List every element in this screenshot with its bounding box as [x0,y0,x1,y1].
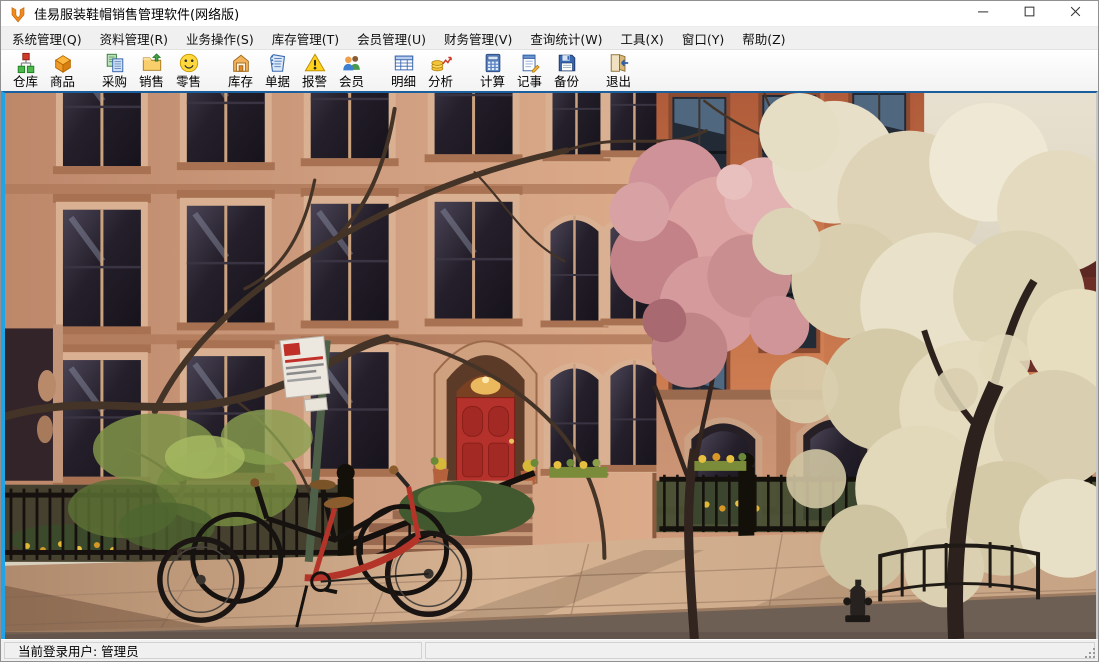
analysis-icon [430,52,452,74]
maximize-icon [1020,2,1039,25]
status-panel-secondary [425,642,1095,659]
menu-item-business-operation[interactable]: 业务操作(S) [177,26,263,51]
menu-item-data-management[interactable]: 资料管理(R) [91,26,177,51]
status-panel-user: 当前登录用户: 管理员 [4,642,422,659]
toolbar-button-exit[interactable]: 退出 [600,51,637,89]
menu-bar: 系统管理(Q)资料管理(R)业务操作(S)库存管理(T)会员管理(U)财务管理(… [1,27,1098,50]
toolbar-button-label: 报警 [302,74,327,89]
toolbar-group: 明细分析 [385,51,459,89]
toolbar-button-label: 仓库 [13,74,38,89]
title-bar: 佳易服装鞋帽销售管理软件(网络版) [1,1,1098,27]
toolbar-group: 退出 [600,51,637,89]
toolbar-group: 采购销售零售 [96,51,207,89]
sales-icon [141,52,163,74]
maximize-button[interactable] [1006,1,1052,26]
street-photo [5,93,1096,639]
menu-item-help[interactable]: 帮助(Z) [733,26,794,51]
notepad-icon [519,52,541,74]
toolbar-button-retail[interactable]: 零售 [170,51,207,89]
menu-item-system-management[interactable]: 系统管理(Q) [3,26,91,51]
minimize-button[interactable] [960,1,1006,26]
menu-item-query-statistics[interactable]: 查询统计(W) [521,26,611,51]
toolbar-button-warehouse[interactable]: 仓库 [7,51,44,89]
toolbar-button-backup[interactable]: 备份 [548,51,585,89]
menu-item-inventory-management[interactable]: 库存管理(T) [263,26,348,51]
main-area [1,91,1098,639]
toolbar-button-label: 库存 [228,74,253,89]
toolbar-button-label: 采购 [102,74,127,89]
toolbar-button-purchase[interactable]: 采购 [96,51,133,89]
purchase-icon [104,52,126,74]
toolbar-button-sales[interactable]: 销售 [133,51,170,89]
warehouse-icon [15,52,37,74]
status-bar: 当前登录用户: 管理员 [1,639,1098,661]
close-icon [1066,2,1085,25]
menu-item-member-management[interactable]: 会员管理(U) [348,26,435,51]
toolbar-button-alarm[interactable]: 报警 [296,51,333,89]
toolbar-button-label: 会员 [339,74,364,89]
exit-icon [608,52,630,74]
window-title: 佳易服装鞋帽销售管理软件(网络版) [34,4,239,23]
backup-icon [556,52,578,74]
bills-icon [267,52,289,74]
toolbar-button-label: 退出 [606,74,631,89]
toolbar-button-inventory[interactable]: 库存 [222,51,259,89]
inventory-icon [230,52,252,74]
toolbar-group: 库存单据报警会员 [222,51,370,89]
toolbar-button-label: 计算 [480,74,505,89]
toolbar-button-label: 零售 [176,74,201,89]
detail-icon [393,52,415,74]
toolbar-button-label: 单据 [265,74,290,89]
calculator-icon [482,52,504,74]
app-window: 佳易服装鞋帽销售管理软件(网络版) 系统管理(Q)资料管理(R)业务操作(S)库… [0,0,1099,662]
alarm-icon [304,52,326,74]
goods-icon [52,52,74,74]
toolbar-button-calculator[interactable]: 计算 [474,51,511,89]
red-entrance-door [431,341,539,484]
toolbar-button-bills[interactable]: 单据 [259,51,296,89]
toolbar-button-label: 备份 [554,74,579,89]
toolbar-button-detail[interactable]: 明细 [385,51,422,89]
retail-icon [178,52,200,74]
toolbar-button-label: 销售 [139,74,164,89]
menu-item-finance-management[interactable]: 财务管理(V) [435,26,521,51]
toolbar-group: 仓库商品 [7,51,81,89]
close-button[interactable] [1052,1,1098,26]
toolbar-button-label: 明细 [391,74,416,89]
toolbar-button-label: 商品 [50,74,75,89]
toolbar-button-label: 分析 [428,74,453,89]
brand-logo-icon [9,5,27,23]
current-user-text: 当前登录用户: 管理员 [18,641,139,660]
toolbar-group: 计算记事备份 [474,51,585,89]
toolbar-button-member[interactable]: 会员 [333,51,370,89]
toolbar-button-label: 记事 [517,74,542,89]
toolbar-button-analysis[interactable]: 分析 [422,51,459,89]
resize-grip-icon[interactable] [1085,648,1095,658]
menu-item-window[interactable]: 窗口(Y) [673,26,733,51]
toolbar-button-notepad[interactable]: 记事 [511,51,548,89]
minimize-icon [974,2,993,25]
member-icon [341,52,363,74]
menu-item-tools[interactable]: 工具(X) [611,26,672,51]
toolbar: 仓库商品采购销售零售库存单据报警会员明细分析计算记事备份退出 [1,50,1098,91]
toolbar-button-goods[interactable]: 商品 [44,51,81,89]
window-controls [960,1,1098,26]
